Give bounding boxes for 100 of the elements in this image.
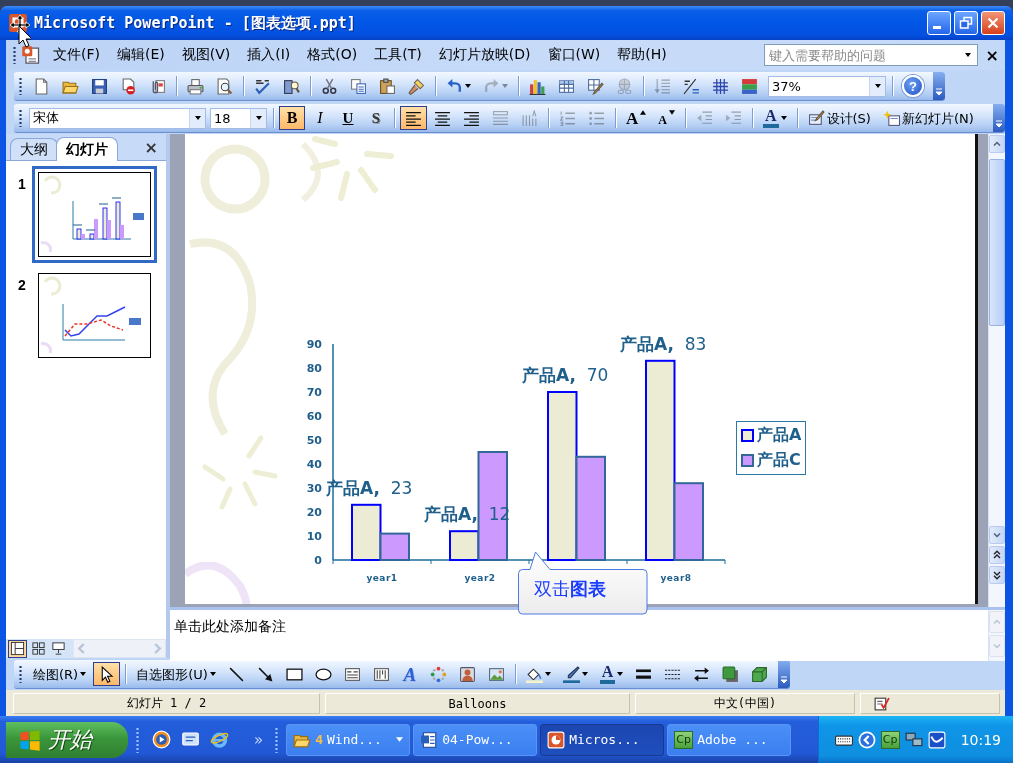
design-name: Balloons [325,693,630,714]
axis-tick-label: 60 [306,410,322,423]
axis-tick-label: 0 [314,554,322,567]
box-lines-icon [492,109,509,127]
text-box-icon [343,665,361,683]
landscape-picture-icon [487,665,505,683]
scroll-up-button[interactable] [989,135,1005,153]
menu-item[interactable]: 视图(V) [175,43,237,67]
data-label: 产品A, 70 [522,365,609,386]
globe-orbit-icon[interactable] [210,730,229,749]
drag-handle-icon[interactable] [19,77,22,95]
font-size-combo[interactable]: 18 [210,107,267,129]
menu-item[interactable]: 文件(F) [47,43,106,67]
bar-chart-icon [529,77,546,95]
scroll-thumb[interactable] [989,159,1005,326]
copy-icon [350,77,367,95]
underline-button[interactable]: U [335,106,361,130]
page-pencil-icon [807,109,825,127]
slash-lines-icon [683,77,700,95]
page-no-entry-icon [120,77,137,95]
close-button[interactable] [981,11,1005,35]
swoosh-tile-icon[interactable] [927,730,946,749]
start-button[interactable]: 开始 [6,721,128,758]
draw-menu-button[interactable]: 绘图(R) [28,662,92,686]
previous-slide-button[interactable] [989,546,1005,564]
design-button[interactable]: 设计(S) [802,106,876,130]
slide-thumbnail[interactable] [32,166,157,263]
data-label: 产品A, 83 [620,333,707,355]
toolbar-options-button[interactable] [778,660,791,688]
panel-tab[interactable]: 大纲 [10,138,58,160]
slide-number: 2 [18,277,27,293]
sparkle-page-icon [882,109,900,127]
overflow-button[interactable]: » [250,730,268,749]
menu-item[interactable]: 插入(I) [241,43,297,67]
taskbar-button[interactable]: Micros... [540,723,665,756]
app-tile-icon: Cp [674,730,694,749]
play-disc-icon[interactable] [152,730,171,749]
grid-icon [712,77,729,95]
toolbar-options-button[interactable] [993,104,1005,132]
menu-item[interactable]: 编辑(E) [111,43,171,67]
menu-item[interactable]: 窗口(W) [541,43,607,67]
close-button[interactable]: × [142,137,160,157]
scroll-down-button[interactable] [989,526,1005,544]
page-badge-icon [420,730,439,749]
numbered-list-icon [559,109,576,127]
drag-handle-icon[interactable] [136,726,139,753]
slide-document-icon[interactable] [21,45,41,65]
shrink-button[interactable]: A [653,106,680,130]
projector-screen-icon [51,641,67,656]
drag-handle-icon[interactable] [275,726,279,753]
wordart-button[interactable]: A [396,662,423,686]
grow-button[interactable]: A [621,106,652,130]
panel-tab[interactable]: 幻灯片 [56,137,118,161]
drag-handle-icon[interactable] [19,665,22,683]
down-triangle-icon [668,110,675,115]
axis-tick-label: 40 [306,458,322,471]
vertical-text-box-icon [372,665,390,683]
book-check-icon[interactable] [873,695,890,712]
new-slide-button[interactable]: 新幻灯片(N) [877,106,979,130]
minimize-button[interactable] [927,11,951,35]
blank-page-icon [33,77,50,95]
caret-icon [255,116,262,120]
page-magnifier-icon [216,77,233,95]
drag-handle-icon[interactable] [19,109,22,127]
font-name-combo[interactable]: 宋体 [29,107,206,129]
font-color-button[interactable]: A [757,106,792,130]
shadow-button[interactable]: S [363,106,389,130]
italic-button[interactable]: I [307,106,333,130]
menu-item[interactable]: 格式(O) [301,43,364,67]
bold-button[interactable]: B [279,106,305,130]
two-computers-icon[interactable] [904,730,923,749]
app-tile-icon[interactable]: Cp [880,730,900,749]
menu-item[interactable]: 幻灯片放映(D) [432,43,537,67]
menu-item[interactable]: 帮助(H) [611,43,673,67]
taskbar-button[interactable]: Cp Adobe ... [667,723,792,756]
autoshapes-button[interactable]: 自选图形(U) [131,662,221,686]
lines-check-icon [254,77,271,95]
notes-field[interactable]: 单击此处添加备注 [170,610,988,661]
zoom-combo[interactable]: 37% [768,75,886,97]
axis-tick-label: 90 [306,338,322,351]
lines-down-arrow-icon [654,77,671,95]
menu-item[interactable]: 工具(T) [368,43,428,67]
legend-label: 产品A [757,425,802,446]
left-chevron-icon[interactable] [857,730,876,749]
arc-drawing [185,562,251,604]
pointer-button[interactable] [93,662,121,686]
font-color-button[interactable]: A [594,662,629,686]
clock-time: 10:19 [960,731,1001,748]
diagonal-line-icon [227,665,245,683]
align-left-button[interactable] [400,106,427,130]
toolbar-options-button[interactable] [933,72,945,100]
drag-handle-icon[interactable] [13,46,16,64]
slide-thumbnail[interactable] [38,273,151,358]
normal-view-button[interactable] [8,639,28,658]
restore-button[interactable] [954,11,978,35]
close-button[interactable]: × [983,45,1001,65]
taskbar-button[interactable]: 4 Wind... [286,723,411,756]
legend-label: 产品C [757,450,801,471]
clipboard-icon [379,77,396,95]
next-slide-button[interactable] [989,566,1005,584]
